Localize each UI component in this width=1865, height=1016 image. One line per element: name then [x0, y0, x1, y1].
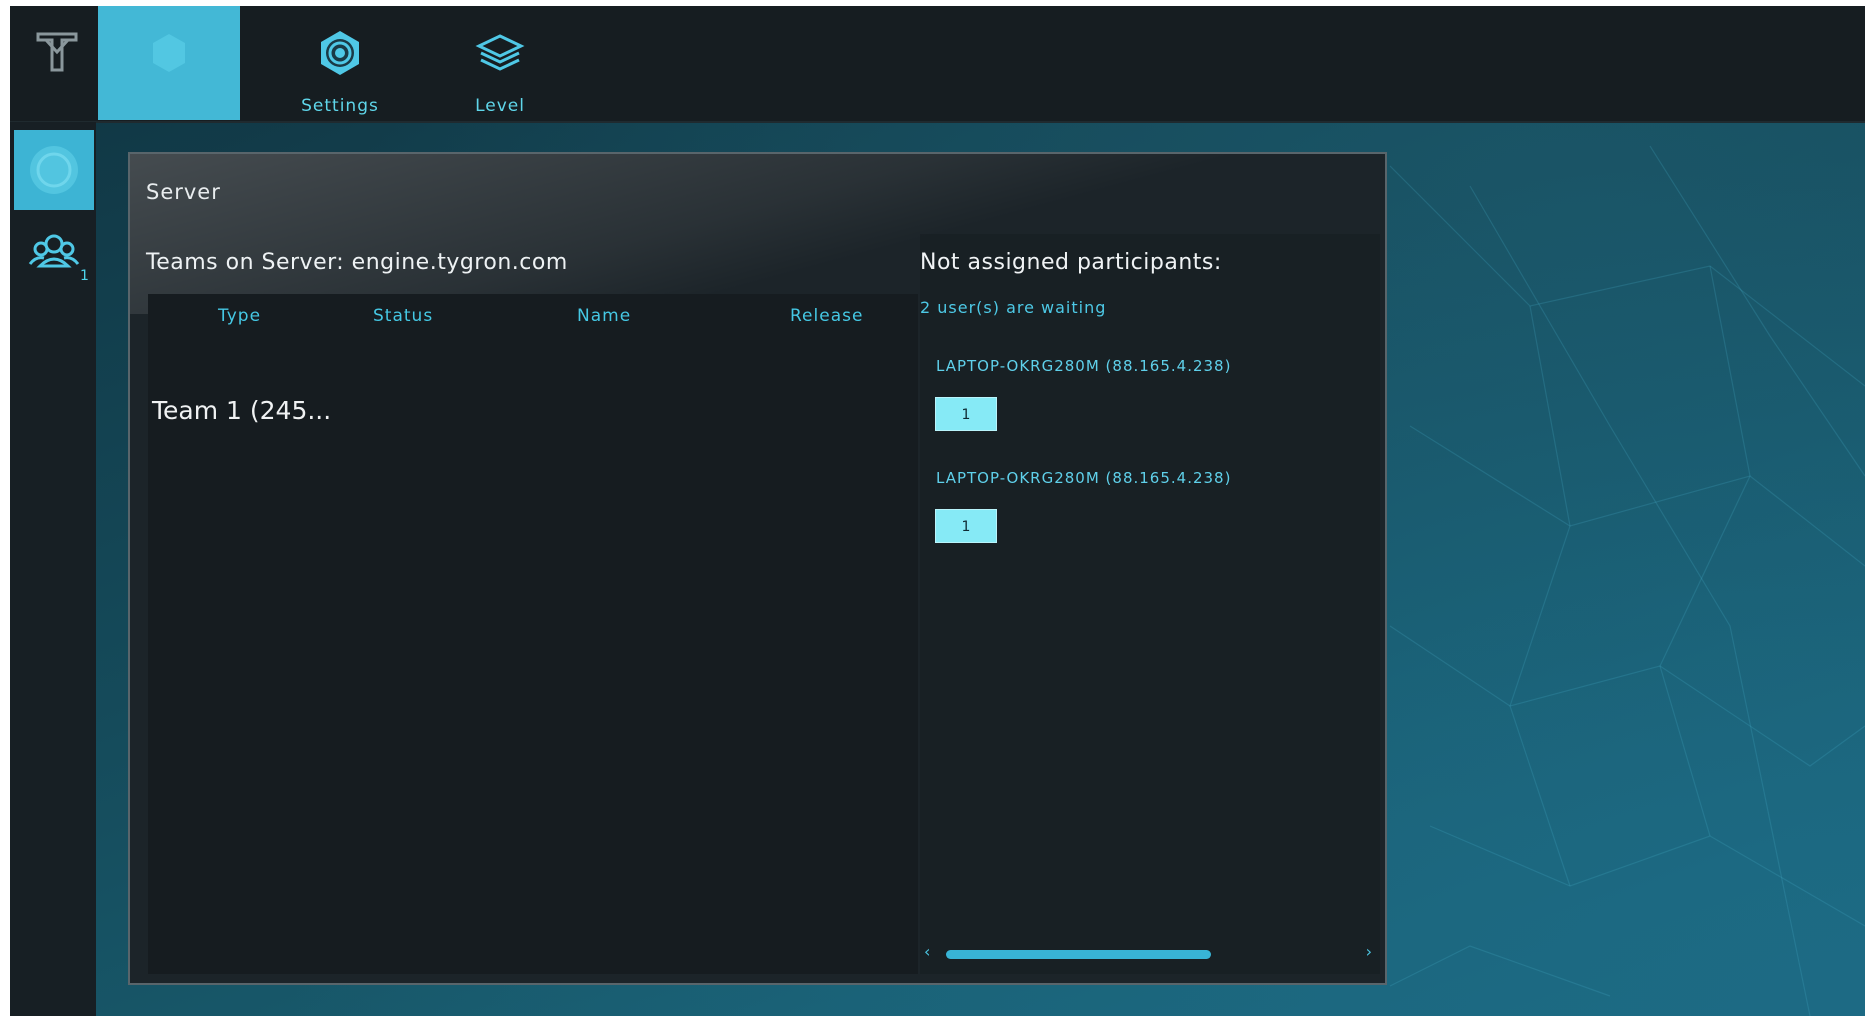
users-count-badge: 1 [80, 268, 89, 284]
sidebar-item-users[interactable] [14, 218, 94, 298]
layers-icon [475, 28, 525, 78]
column-header-release[interactable]: Release [790, 306, 863, 326]
teams-heading: Teams on Server: engine.tygron.com [146, 250, 568, 275]
horizontal-scrollbar[interactable]: ‹ › [920, 942, 1372, 966]
scroll-thumb[interactable] [946, 950, 1211, 959]
target-icon [315, 28, 365, 78]
gear-icon [144, 28, 194, 78]
chevron-right-icon[interactable]: › [1366, 942, 1372, 961]
assign-team-button[interactable]: 1 [935, 509, 997, 543]
team-row[interactable]: Team 1 (245... [152, 396, 331, 425]
assign-team-button[interactable]: 1 [935, 397, 997, 431]
tygron-logo [32, 26, 82, 76]
server-panel: Server Teams on Server: engine.tygron.co… [128, 152, 1387, 985]
unassigned-participants-pane: Not assigned participants: 2 user(s) are… [920, 234, 1380, 974]
tab-settings[interactable]: Settings [270, 6, 410, 120]
tab-active[interactable] [98, 6, 240, 120]
tab-settings-label: Settings [301, 96, 379, 116]
unassigned-title: Not assigned participants: [920, 250, 1222, 275]
left-sidebar: 1 [10, 122, 96, 1016]
waiting-count: 2 user(s) are waiting [920, 298, 1107, 317]
users-icon [28, 234, 80, 268]
participant-name: LAPTOP-OKRG280M (88.165.4.238) [936, 357, 1232, 375]
smile-icon [30, 146, 78, 194]
teams-table: Type Status Name Release Team 1 (245... [148, 294, 918, 974]
tab-level-label: Level [475, 96, 525, 116]
app-window: Settings Level 1 Server Teams on Server:… [10, 6, 1865, 1016]
tab-level[interactable]: Level [430, 6, 570, 120]
column-header-type[interactable]: Type [218, 306, 261, 326]
top-bar: Settings Level [10, 6, 1865, 123]
column-header-name[interactable]: Name [577, 306, 631, 326]
panel-title: Server [146, 180, 221, 204]
column-header-status[interactable]: Status [373, 306, 433, 326]
participant-name: LAPTOP-OKRG280M (88.165.4.238) [936, 469, 1232, 487]
sidebar-item-server[interactable] [14, 130, 94, 210]
chevron-left-icon[interactable]: ‹ [924, 942, 930, 961]
